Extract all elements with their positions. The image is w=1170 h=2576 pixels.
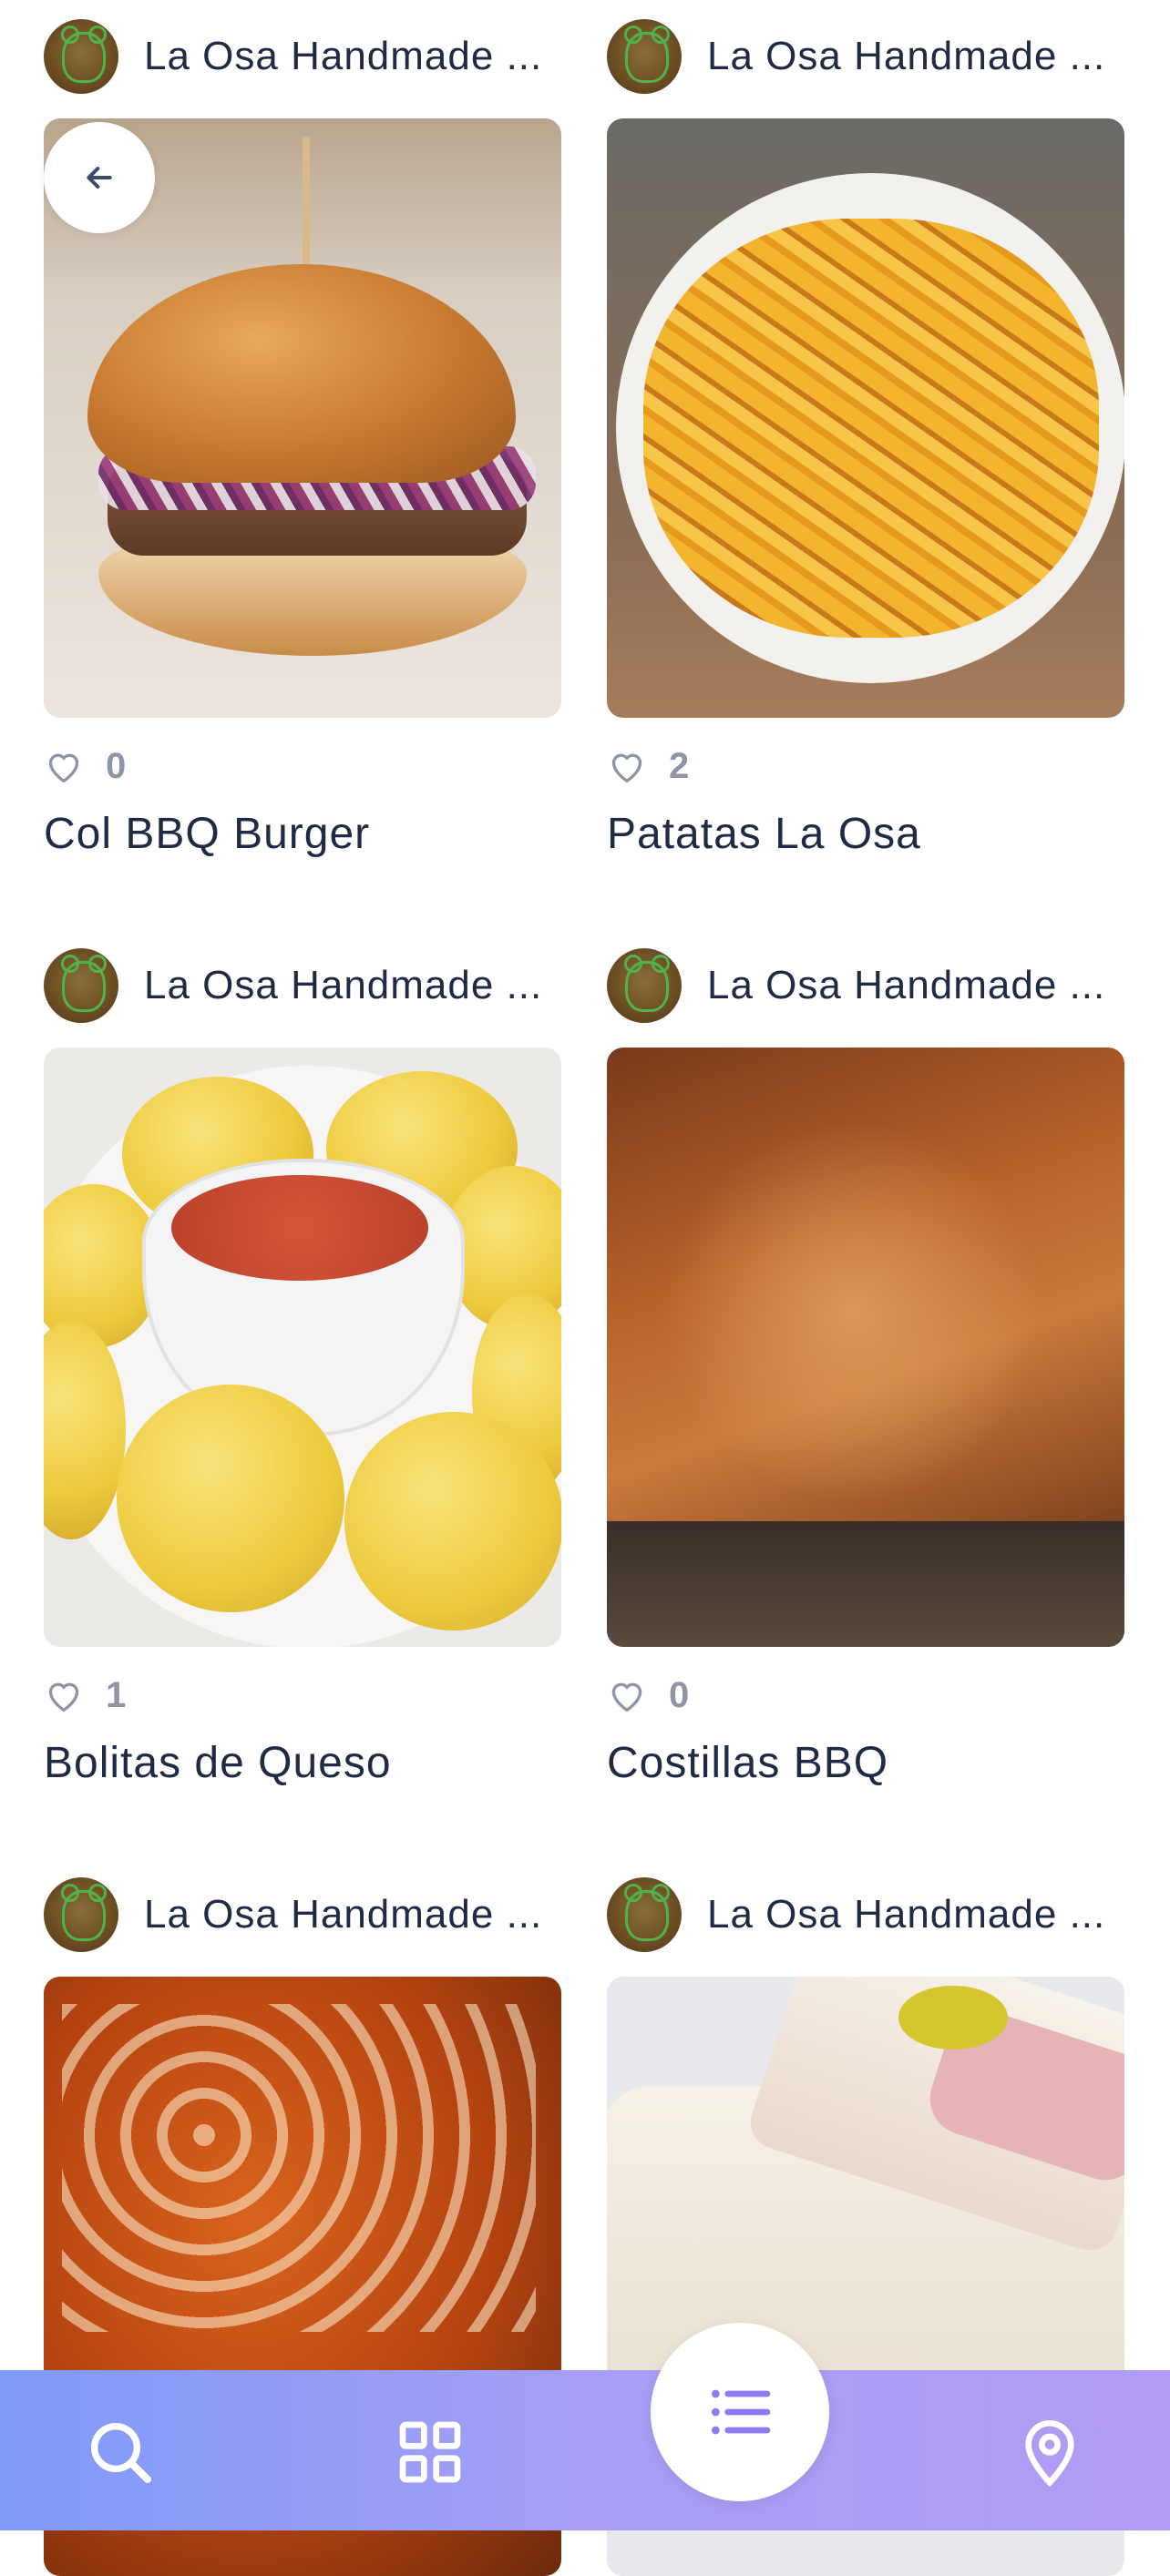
nav-location-button[interactable] (1004, 2407, 1095, 2498)
list-icon (712, 2389, 771, 2435)
product-title[interactable]: Col BBQ Burger (44, 809, 370, 859)
like-row: 1 (44, 1672, 126, 1718)
bear-logo-icon (61, 955, 107, 1012)
heart-icon[interactable] (44, 748, 84, 784)
like-row: 0 (607, 1672, 689, 1718)
shop-header[interactable]: La Osa Handmade ... (607, 1876, 1124, 1953)
search-icon (91, 2423, 151, 2483)
grid-icon (399, 2421, 461, 2483)
bear-logo-icon (61, 26, 107, 83)
product-card[interactable]: La Osa Handmade ... 2 Patatas La Osa (607, 18, 1124, 884)
heart-icon[interactable] (607, 1677, 647, 1713)
bear-logo-icon (624, 955, 670, 1012)
product-title[interactable]: Costillas BBQ (607, 1738, 888, 1788)
back-button[interactable] (44, 122, 155, 233)
shop-avatar[interactable] (607, 1877, 682, 1952)
bear-logo-icon (624, 26, 670, 83)
location-pin-icon (1025, 2420, 1074, 2488)
shop-header[interactable]: La Osa Handmade ... (44, 18, 561, 95)
shop-name[interactable]: La Osa Handmade ... (707, 963, 1105, 1008)
shop-header[interactable]: La Osa Handmade ... (607, 18, 1124, 95)
like-row: 2 (607, 743, 689, 789)
product-photo[interactable] (607, 1048, 1124, 1647)
like-count: 0 (669, 1674, 690, 1715)
shop-header[interactable]: La Osa Handmade ... (607, 947, 1124, 1024)
product-card[interactable]: La Osa Handmade ... 0 Costillas BBQ (607, 947, 1124, 1813)
shop-header[interactable]: La Osa Handmade ... (44, 1876, 561, 1953)
nav-list-button[interactable] (651, 2323, 829, 2501)
like-count: 0 (106, 745, 127, 786)
shop-avatar[interactable] (607, 19, 682, 94)
shop-header[interactable]: La Osa Handmade ... (44, 947, 561, 1024)
product-photo[interactable] (44, 1048, 561, 1647)
product-title[interactable]: Patatas La Osa (607, 809, 921, 859)
like-row: 0 (44, 743, 126, 789)
shop-avatar[interactable] (44, 948, 118, 1023)
heart-icon[interactable] (44, 1677, 84, 1713)
like-count: 1 (106, 1674, 127, 1715)
heart-icon[interactable] (607, 748, 647, 784)
product-title[interactable]: Bolitas de Queso (44, 1738, 392, 1788)
bear-logo-icon (624, 1884, 670, 1941)
shop-avatar[interactable] (44, 19, 118, 94)
shop-name[interactable]: La Osa Handmade ... (144, 34, 542, 79)
shop-name[interactable]: La Osa Handmade ... (144, 1892, 542, 1937)
shop-avatar[interactable] (607, 948, 682, 1023)
nav-search-button[interactable] (75, 2407, 166, 2498)
arrow-left-icon (87, 167, 112, 189)
shop-name[interactable]: La Osa Handmade ... (144, 963, 542, 1008)
product-card[interactable]: La Osa Handmade ... 1 Bolitas de Queso (44, 947, 561, 1813)
bottom-nav (0, 2370, 1170, 2530)
nav-grid-button[interactable] (385, 2407, 476, 2498)
product-photo[interactable] (607, 118, 1124, 718)
shop-avatar[interactable] (44, 1877, 118, 1952)
bear-logo-icon (61, 1884, 107, 1941)
like-count: 2 (669, 745, 690, 786)
shop-name[interactable]: La Osa Handmade ... (707, 1892, 1105, 1937)
shop-name[interactable]: La Osa Handmade ... (707, 34, 1105, 79)
